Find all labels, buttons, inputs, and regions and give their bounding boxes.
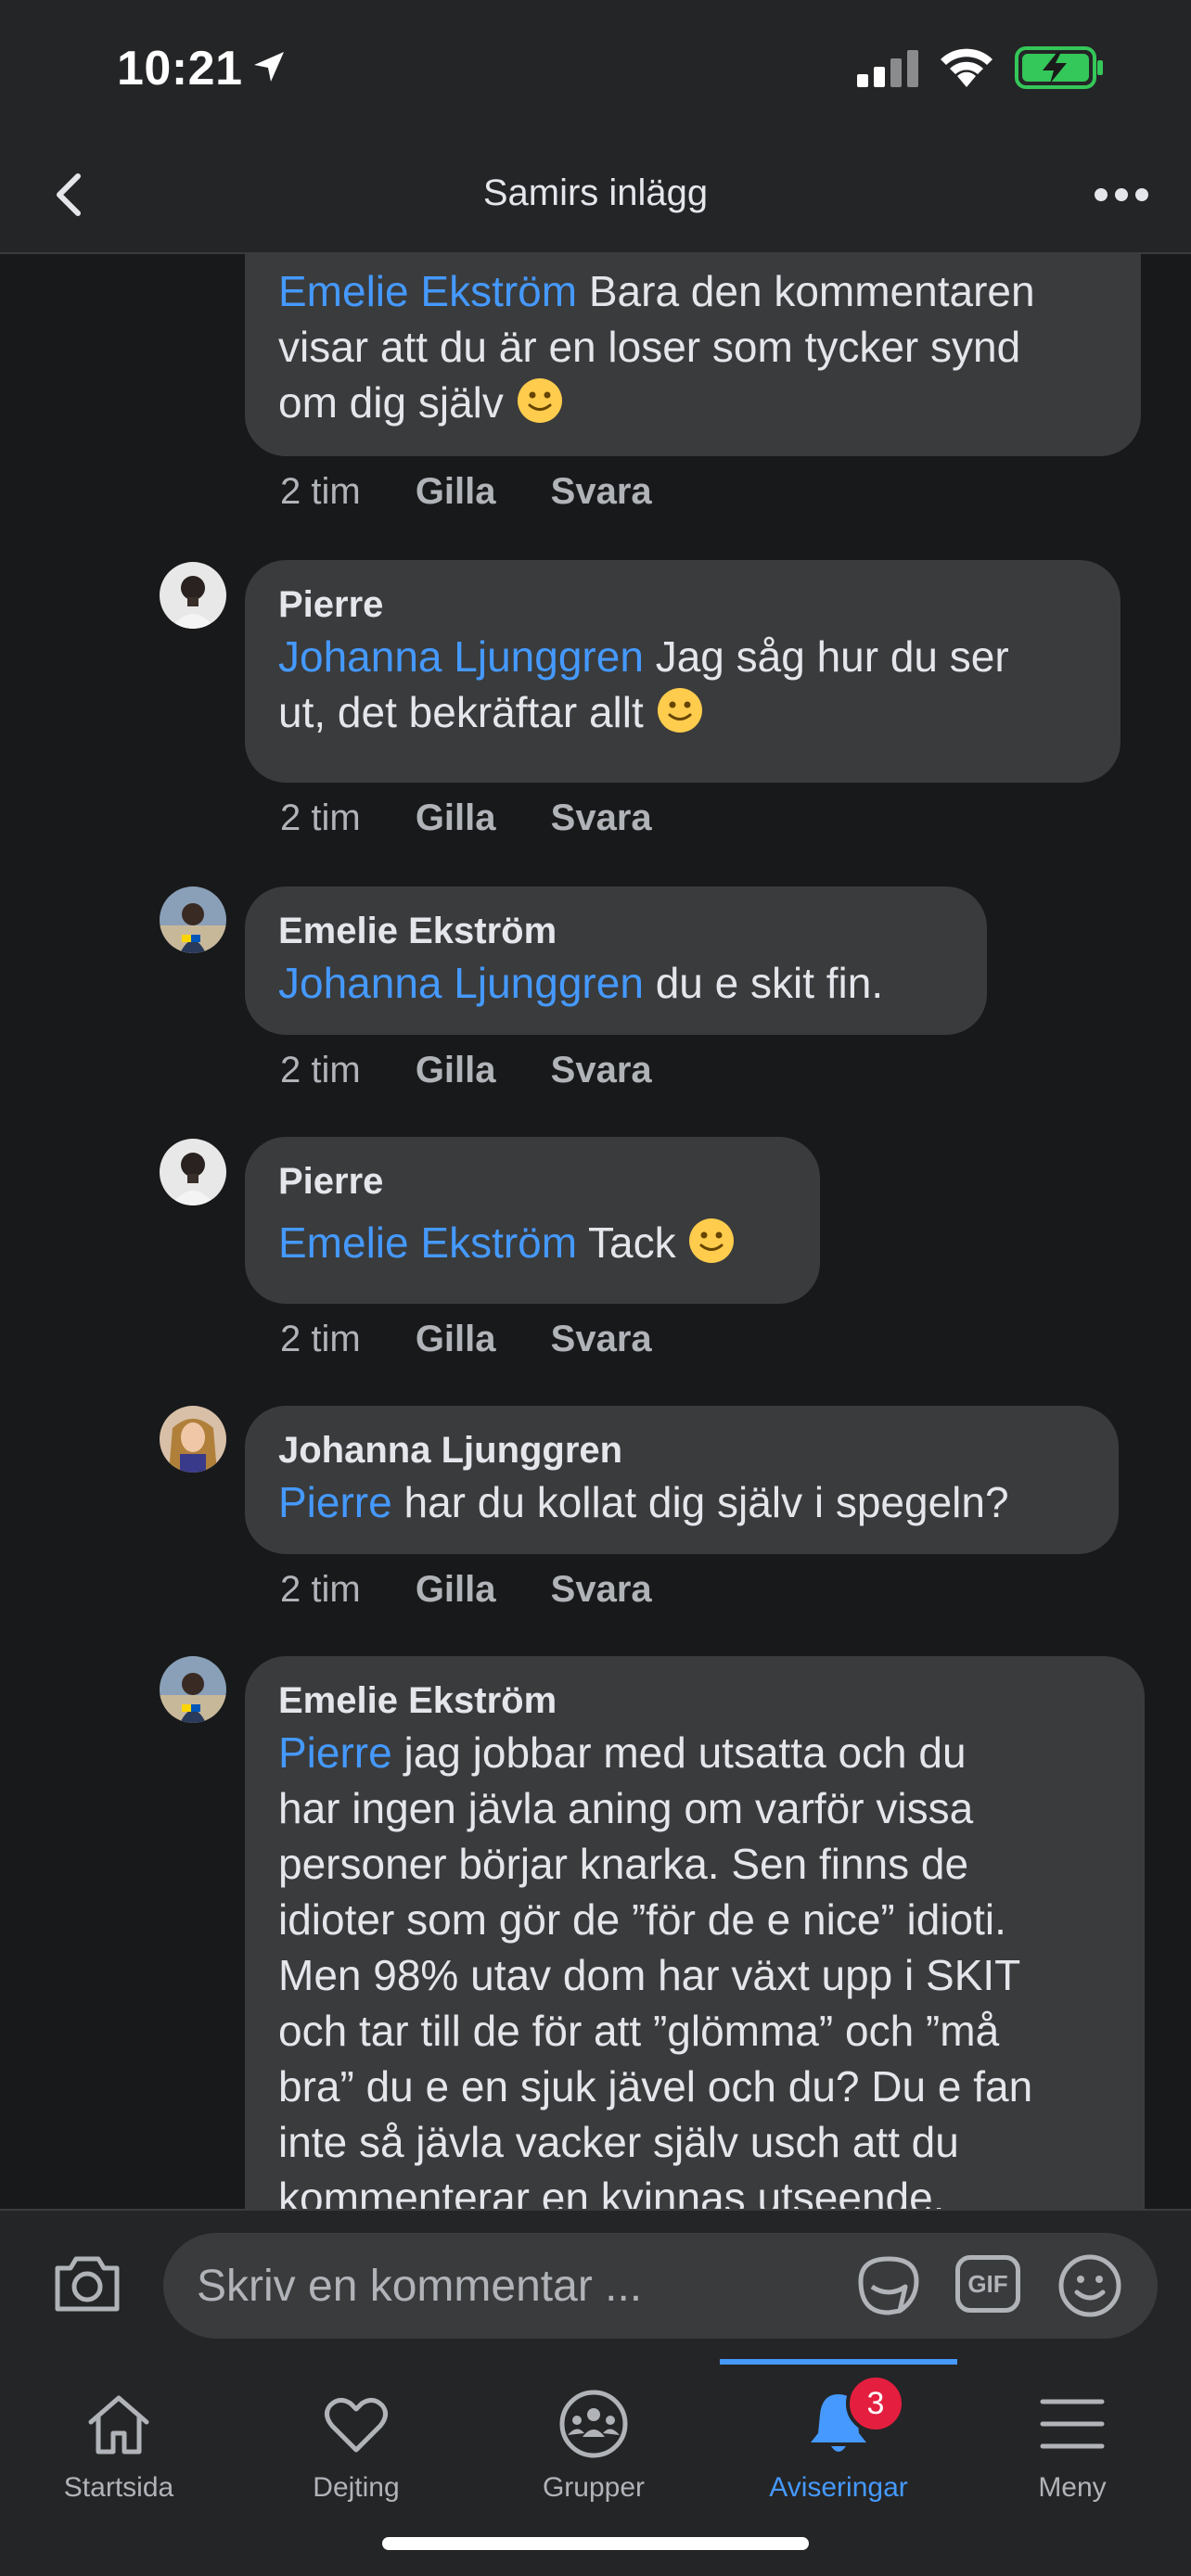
menu-icon	[1040, 2399, 1105, 2449]
comment-author[interactable]: Emelie Ekström	[278, 1677, 1111, 1725]
mention-link[interactable]: Pierre	[278, 1478, 392, 1526]
like-button[interactable]: Gilla	[416, 1050, 496, 1090]
comment-meta: 2 tim Gilla Svara	[280, 471, 697, 513]
comment-author[interactable]: Pierre	[278, 1157, 787, 1205]
tab-label: Grupper	[542, 2472, 646, 2503]
comment-bubble[interactable]: Emelie Ekström Bara den kommentaren visa…	[245, 254, 1141, 456]
reply-button[interactable]: Svara	[551, 1319, 652, 1359]
comment-bubble[interactable]: Johanna Ljunggren Pierre har du kollat d…	[245, 1406, 1119, 1554]
cellular-signal-icon	[857, 50, 918, 87]
smile-emoji-icon	[657, 688, 702, 733]
comment-thread: Emelie Ekström Bara den kommentaren visa…	[0, 254, 1191, 2209]
page-title: Samirs inlägg	[482, 172, 709, 213]
comment-bubble[interactable]: Pierre Emelie Ekström Tack	[245, 1137, 820, 1304]
comment-meta: 2 tim Gilla Svara	[280, 1050, 697, 1091]
comment-text: du e skit fin.	[655, 959, 884, 1007]
camera-icon[interactable]	[52, 2253, 122, 2315]
mention-link[interactable]: Johanna Ljunggren	[278, 632, 644, 681]
comment-text: kommenterar en kvinnas utseende.	[278, 2174, 945, 2209]
like-button[interactable]: Gilla	[416, 1569, 496, 1610]
tab-label: Dejting	[313, 2472, 400, 2503]
comment-author[interactable]: Johanna Ljunggren	[278, 1426, 1085, 1474]
home-indicator	[382, 2537, 809, 2550]
notification-badge: 3	[846, 2374, 905, 2433]
comment-time: 2 tim	[280, 797, 361, 838]
mention-link[interactable]: Emelie Ekström	[278, 267, 577, 315]
location-arrow-icon	[254, 52, 284, 82]
smile-emoji-icon	[689, 1218, 735, 1263]
comment-text: Jag såg hur du ser	[655, 632, 1009, 681]
like-button[interactable]: Gilla	[416, 471, 496, 512]
gif-button[interactable]: GIF	[955, 2255, 1020, 2313]
avatar[interactable]	[160, 562, 226, 629]
avatar[interactable]	[160, 1139, 226, 1205]
comment-text: har du kollat dig själv i spegeln?	[403, 1478, 1009, 1526]
comment-text: bra” du e en sjuk jävel och du? Du e fan	[278, 2062, 1033, 2111]
reply-button[interactable]: Svara	[551, 1050, 652, 1090]
comment-text: visar att du är en loser som tycker synd	[278, 323, 1021, 371]
tab-meny[interactable]: Meny	[954, 2359, 1191, 2576]
gif-label: GIF	[967, 2270, 1008, 2298]
comment-bubble[interactable]: Emelie Ekström Johanna Ljunggren du e sk…	[245, 886, 987, 1035]
battery-charging-icon	[1015, 46, 1103, 89]
comment-author[interactable]: Emelie Ekström	[278, 907, 954, 955]
comment-time: 2 tim	[280, 1050, 361, 1090]
home-icon	[88, 2395, 149, 2455]
comment-text: om dig själv	[278, 378, 504, 427]
more-options-icon[interactable]	[1089, 167, 1154, 223]
smile-emoji-icon	[517, 378, 562, 423]
comment-meta: 2 tim Gilla Svara	[280, 1319, 697, 1360]
tab-startsida[interactable]: Startsida	[0, 2359, 237, 2576]
mention-link[interactable]: Johanna Ljunggren	[278, 959, 644, 1007]
comment-text: och tar till de för att ”glömma” och ”må	[278, 2007, 1000, 2055]
avatar[interactable]	[160, 1656, 226, 1723]
comment-bubble[interactable]: Emelie Ekström Pierre jag jobbar med uts…	[245, 1656, 1145, 2209]
comment-text: personer börjar knarka. Sen finns de	[278, 1840, 969, 1888]
comment-text: jag jobbar med utsatta och du	[403, 1728, 967, 1777]
comment-time: 2 tim	[280, 1319, 361, 1359]
reply-button[interactable]: Svara	[551, 471, 652, 512]
comment-composer: GIF	[0, 2209, 1191, 2359]
like-button[interactable]: Gilla	[416, 1319, 496, 1359]
status-time: 10:21	[117, 42, 243, 96]
emoji-icon[interactable]	[1057, 2253, 1122, 2318]
comment-text: Men 98% utav dom har växt upp i SKIT	[278, 1951, 1021, 1999]
comment-time: 2 tim	[280, 1569, 361, 1610]
comment-meta: 2 tim Gilla Svara	[280, 1569, 697, 1611]
comment-meta: 2 tim Gilla Svara	[280, 797, 697, 839]
avatar[interactable]	[160, 1406, 226, 1473]
comment-time: 2 tim	[280, 471, 361, 512]
comment-text: ut, det bekräftar allt	[278, 688, 644, 736]
heart-icon	[325, 2398, 388, 2453]
comment-text: Tack	[588, 1218, 676, 1267]
sticker-icon[interactable]	[853, 2253, 924, 2318]
mention-link[interactable]: Pierre	[278, 1728, 392, 1777]
wifi-icon	[941, 48, 992, 87]
post-header: Samirs inlägg	[0, 139, 1191, 254]
comment-text: idioter som gör de ”för de e nice” idiot…	[278, 1895, 1006, 1944]
like-button[interactable]: Gilla	[416, 797, 496, 838]
reply-button[interactable]: Svara	[551, 1569, 652, 1610]
comment-author[interactable]: Pierre	[278, 580, 1087, 629]
tab-label: Meny	[1038, 2472, 1107, 2503]
comment-text: har ingen jävla aning om varför vissa	[278, 1784, 974, 1832]
comment-text: inte så jävla vacker själv usch att du	[278, 2118, 959, 2166]
tab-label: Startsida	[63, 2472, 174, 2503]
mention-link[interactable]: Emelie Ekström	[278, 1218, 577, 1267]
reply-button[interactable]: Svara	[551, 797, 652, 838]
tab-label: Aviseringar	[769, 2472, 908, 2503]
comment-text: Bara den kommentaren	[588, 267, 1035, 315]
status-bar: 10:21	[0, 0, 1191, 139]
comment-bubble[interactable]: Pierre Johanna Ljunggren Jag såg hur du …	[245, 560, 1121, 783]
active-tab-indicator	[720, 2359, 957, 2365]
avatar[interactable]	[160, 886, 226, 953]
groups-icon	[559, 2390, 628, 2458]
